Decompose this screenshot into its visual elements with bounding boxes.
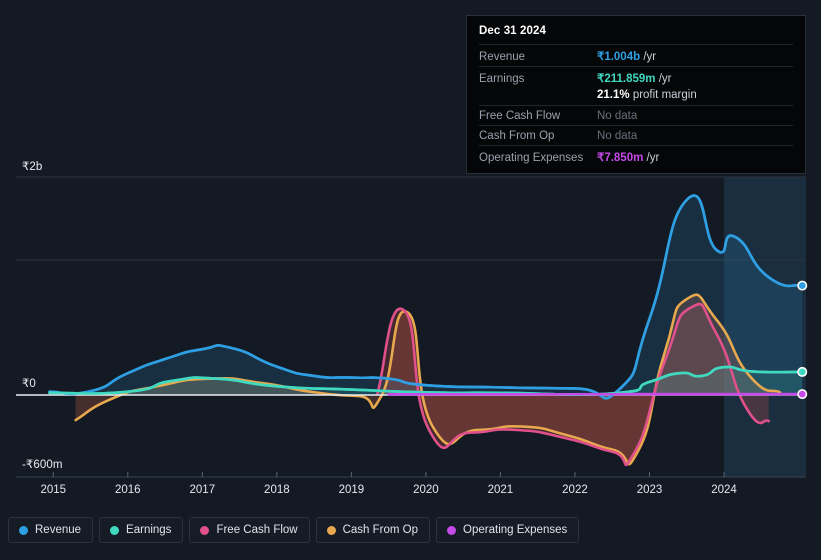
legend-label-revenue: Revenue	[35, 524, 82, 536]
tooltip-row-earnings: Earnings ₹211.859m /yr	[479, 66, 793, 88]
x-axis-label-2017: 2017	[189, 484, 216, 496]
legend-item-earnings[interactable]: Earnings	[99, 517, 184, 543]
tooltip-label-revenue: Revenue	[479, 51, 526, 63]
tooltip-unit-revenue: /yr	[643, 51, 657, 63]
y-axis-label-zero: ₹0	[22, 378, 36, 390]
tooltip-row-profit-margin: 21.1% profit margin	[479, 88, 793, 105]
tooltip-amount-revenue: ₹1.004b	[597, 51, 641, 63]
tooltip-value-profit-margin: 21.1% profit margin	[597, 89, 697, 101]
legend-label-earnings: Earnings	[126, 524, 172, 536]
x-axis-label-2018: 2018	[264, 484, 290, 496]
tooltip-title: Dec 31 2024	[479, 25, 546, 37]
tooltip-value-free-cash-flow: No data	[597, 110, 638, 122]
tooltip-row-operating-expenses: Operating Expenses ₹7.850m /yr	[479, 145, 793, 167]
y-axis-label-bottom: -₹600m	[22, 459, 63, 471]
tooltip-row-free-cash-flow: Free Cash Flow No data	[479, 105, 793, 125]
legend-item-free-cash-flow[interactable]: Free Cash Flow	[189, 517, 310, 543]
x-axis-label-2023: 2023	[636, 484, 663, 496]
legend-label-free-cash-flow: Free Cash Flow	[216, 524, 298, 536]
tooltip-amount-profit-margin: 21.1%	[597, 89, 630, 101]
tooltip-amount-earnings: ₹211.859m	[597, 73, 656, 85]
tooltip-value-operating-expenses: ₹7.850m /yr	[597, 150, 659, 164]
legend-color-dot-cash-from-op	[326, 525, 336, 535]
legend-item-cash-from-op[interactable]: Cash From Op	[315, 517, 431, 543]
x-axis-label-2024: 2024	[711, 484, 737, 496]
tooltip-row-cash-from-op: Cash From Op No data	[479, 125, 793, 145]
tooltip-row-revenue: Revenue ₹1.004b /yr	[479, 44, 793, 66]
x-axis-label-2020: 2020	[413, 484, 439, 496]
tooltip-label-earnings: Earnings	[479, 73, 525, 85]
tooltip-value-cash-from-op: No data	[597, 130, 638, 142]
y-axis-label-top: ₹2b	[22, 161, 43, 173]
tooltip-label-free-cash-flow: Free Cash Flow	[479, 110, 561, 122]
tooltip-text-profit-margin: profit margin	[632, 89, 697, 101]
x-axis-label-2016: 2016	[114, 484, 141, 496]
legend-label-operating-expenses: Operating Expenses	[463, 524, 568, 536]
end-marker-revenue	[797, 280, 808, 291]
legend-color-dot-earnings	[110, 525, 120, 535]
tooltip-unit-earnings: /yr	[658, 73, 672, 85]
legend-color-dot-revenue	[19, 525, 28, 535]
tooltip-value-revenue: ₹1.004b /yr	[597, 49, 656, 63]
legend-color-dot-free-cash-flow	[200, 525, 210, 535]
x-axis-label-2022: 2022	[562, 484, 588, 496]
tooltip-value-earnings: ₹211.859m /yr	[597, 71, 671, 85]
tooltip-label-cash-from-op: Cash From Op	[479, 130, 555, 142]
legend-item-revenue[interactable]: Revenue	[8, 517, 94, 543]
tooltip-label-operating-expenses: Operating Expenses	[479, 152, 584, 164]
data-tooltip: Dec 31 2024 Revenue ₹1.004b /yr Earnings…	[466, 15, 806, 174]
x-axis-label-2021: 2021	[487, 484, 514, 496]
end-marker-earnings	[797, 366, 808, 377]
legend-label-cash-from-op: Cash From Op	[342, 524, 419, 536]
x-axis-label-2019: 2019	[338, 484, 365, 496]
financial-chart-app: ₹2b ₹0 -₹600m 2015 2016 2017 2018 2019 2020 20…	[0, 0, 821, 560]
legend-color-dot-operating-expenses	[447, 525, 457, 535]
chart-legend: Revenue Earnings Free Cash Flow Cash From O…	[8, 517, 580, 543]
x-axis-label-2015: 2015	[40, 484, 67, 496]
tooltip-amount-operating-expenses: ₹7.850m	[597, 152, 644, 164]
end-marker-operating-expenses	[797, 389, 808, 400]
tooltip-unit-operating-expenses: /yr	[646, 152, 660, 164]
legend-item-operating-expenses[interactable]: Operating Expenses	[436, 517, 580, 543]
